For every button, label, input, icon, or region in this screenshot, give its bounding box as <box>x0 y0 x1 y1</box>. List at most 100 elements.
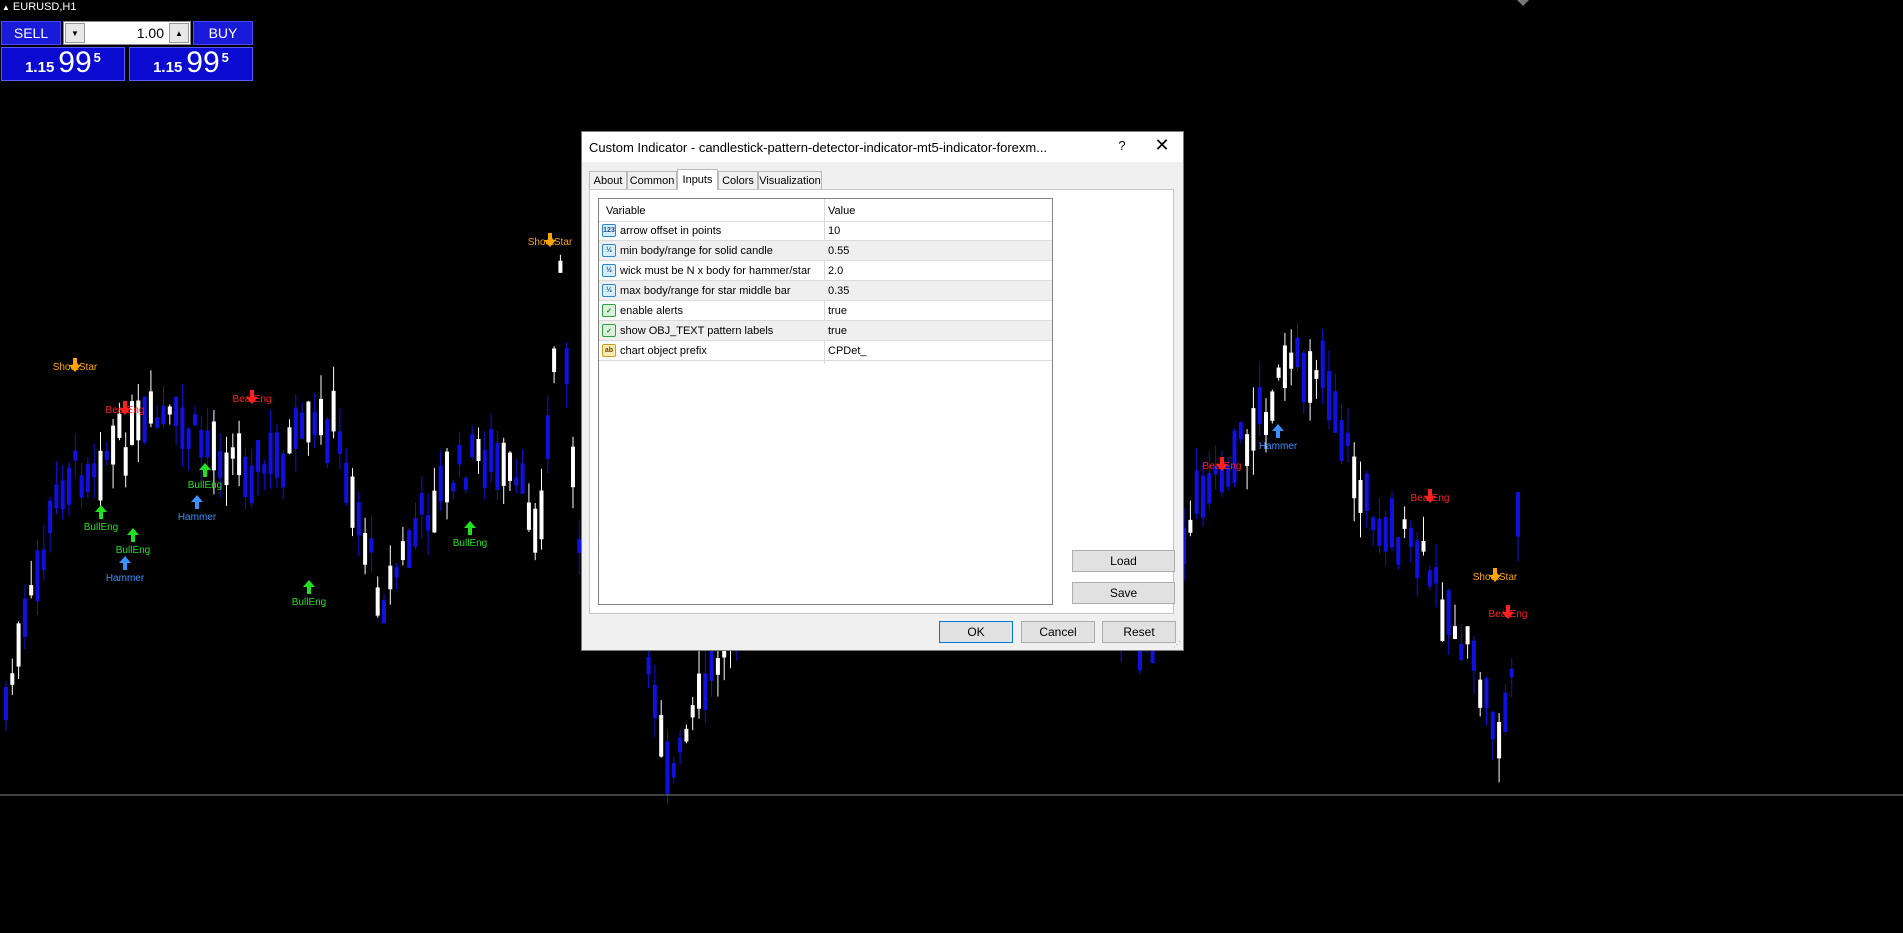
candle-body <box>281 453 286 488</box>
candle-body <box>1232 431 1237 483</box>
candle-body <box>356 501 361 536</box>
input-value[interactable]: 0.55 <box>828 245 849 257</box>
candle-body <box>1201 475 1205 518</box>
candle-body <box>1503 692 1508 732</box>
candle-body <box>552 348 557 373</box>
input-variable: show OBJ_TEXT pattern labels <box>620 325 774 337</box>
input-variable: wick must be N x body for hammer/star <box>620 265 811 277</box>
load-button[interactable]: Load <box>1072 550 1175 572</box>
tab-colors[interactable]: Colors <box>718 171 758 189</box>
candle-body <box>1264 412 1268 435</box>
input-value[interactable]: 2.0 <box>828 265 843 277</box>
column-header-value[interactable]: Value <box>828 205 855 217</box>
candle-body <box>413 518 418 547</box>
candle-body <box>1308 351 1313 403</box>
candle-body <box>1257 387 1262 425</box>
candle-body <box>98 450 103 501</box>
one-click-trading-panel: SELL ▼ 1.00 ▲ BUY 1.15 99 5 1.15 99 5 <box>1 21 253 82</box>
tab-about[interactable]: About <box>589 171 627 189</box>
pattern-label: BullEng <box>84 522 118 533</box>
input-variable: max body/range for star middle bar <box>620 285 791 297</box>
buy-button[interactable]: BUY <box>193 21 253 45</box>
candle-body <box>218 451 223 478</box>
reset-button[interactable]: Reset <box>1102 621 1176 643</box>
up-arrow-icon <box>464 521 476 535</box>
candle-body <box>1345 432 1350 447</box>
input-row[interactable]: 123 arrow offset in points 10 <box>599 221 1052 241</box>
candle-body <box>432 490 437 533</box>
input-value[interactable]: true <box>828 305 847 317</box>
save-button[interactable]: Save <box>1072 582 1175 604</box>
inputs-tab-panel: Variable Value 123 arrow offset in point… <box>589 189 1175 614</box>
candle-body <box>1371 517 1376 531</box>
candle-body <box>111 425 116 465</box>
candle-body <box>1478 679 1483 708</box>
input-row[interactable]: ✓ enable alerts true <box>599 301 1052 321</box>
candle-body <box>180 407 185 449</box>
tab-visualization[interactable]: Visualization <box>758 171 822 189</box>
candle-body <box>325 419 330 464</box>
input-value[interactable]: CPDet_ <box>828 345 867 357</box>
pattern-label: BearEng <box>233 394 272 405</box>
candle-body <box>1245 434 1250 466</box>
candle-body <box>419 493 424 515</box>
candle-body <box>35 550 40 602</box>
input-row[interactable]: ½ max body/range for star middle bar 0.3… <box>599 281 1052 301</box>
candle-body <box>1408 527 1413 547</box>
candle-body <box>495 442 500 490</box>
candle-body <box>665 741 670 794</box>
candle-body <box>382 599 386 624</box>
input-value[interactable]: true <box>828 325 847 337</box>
candle-body <box>697 673 701 709</box>
input-row[interactable]: ✓ show OBJ_TEXT pattern labels true <box>599 321 1052 341</box>
lot-increase-icon[interactable]: ▲ <box>169 23 189 43</box>
sell-button[interactable]: SELL <box>1 21 61 45</box>
lot-decrease-icon[interactable]: ▼ <box>65 23 85 43</box>
input-row[interactable]: ½ wick must be N x body for hammer/star … <box>599 261 1052 281</box>
collapse-triangle-icon[interactable]: ▲ <box>2 3 10 12</box>
inputs-grid: Variable Value 123 arrow offset in point… <box>598 198 1053 605</box>
buy-price[interactable]: 1.15 99 5 <box>129 47 253 81</box>
help-button[interactable]: ? <box>1112 138 1132 153</box>
tab-common[interactable]: Common <box>627 171 677 189</box>
pattern-label: Hammer <box>1259 441 1298 452</box>
pattern-label: ShootStar <box>53 362 98 373</box>
candle-body <box>161 405 166 425</box>
candle-body <box>388 565 393 590</box>
candle-body <box>1327 370 1331 421</box>
tab-inputs[interactable]: Inputs <box>677 169 718 190</box>
candle-body <box>1516 492 1520 537</box>
dialog-title: Custom Indicator - candlestick-pattern-d… <box>589 140 1048 155</box>
close-icon[interactable]: ✕ <box>1149 135 1175 156</box>
ok-button[interactable]: OK <box>939 621 1013 643</box>
pattern-label: ShootStar <box>528 237 573 248</box>
input-row[interactable]: ab chart object prefix CPDet_ <box>599 341 1052 361</box>
cancel-button[interactable]: Cancel <box>1021 621 1095 643</box>
sell-price[interactable]: 1.15 99 5 <box>1 47 125 81</box>
candle-body <box>646 656 651 675</box>
candle-body <box>558 260 563 273</box>
candle-body <box>211 421 216 471</box>
candle-body <box>1289 352 1294 369</box>
candle-body <box>41 549 46 570</box>
lot-size-stepper[interactable]: ▼ 1.00 ▲ <box>63 21 191 45</box>
chart-symbol-label: ▲ EURUSD,H1 <box>2 1 77 13</box>
resize-grip-icon[interactable]: ⋰ <box>1173 640 1181 649</box>
candle-body <box>1194 470 1199 515</box>
input-value[interactable]: 0.35 <box>828 285 849 297</box>
column-header-variable[interactable]: Variable <box>606 205 646 217</box>
candle-body <box>1282 345 1287 389</box>
dialog-titlebar[interactable]: Custom Indicator - candlestick-pattern-d… <box>582 132 1183 162</box>
candle-body <box>262 464 267 474</box>
candle-body <box>29 585 34 596</box>
candle-body <box>1396 537 1401 565</box>
candle-body <box>142 396 147 443</box>
candle-body <box>426 515 431 531</box>
pattern-label: ShootStar <box>1473 572 1518 583</box>
candle-body <box>545 415 550 459</box>
candle-body <box>293 407 298 449</box>
lot-size-value[interactable]: 1.00 <box>137 25 164 41</box>
candle-body <box>60 480 65 510</box>
input-row[interactable]: ½ min body/range for solid candle 0.55 <box>599 241 1052 261</box>
input-value[interactable]: 10 <box>828 225 840 237</box>
